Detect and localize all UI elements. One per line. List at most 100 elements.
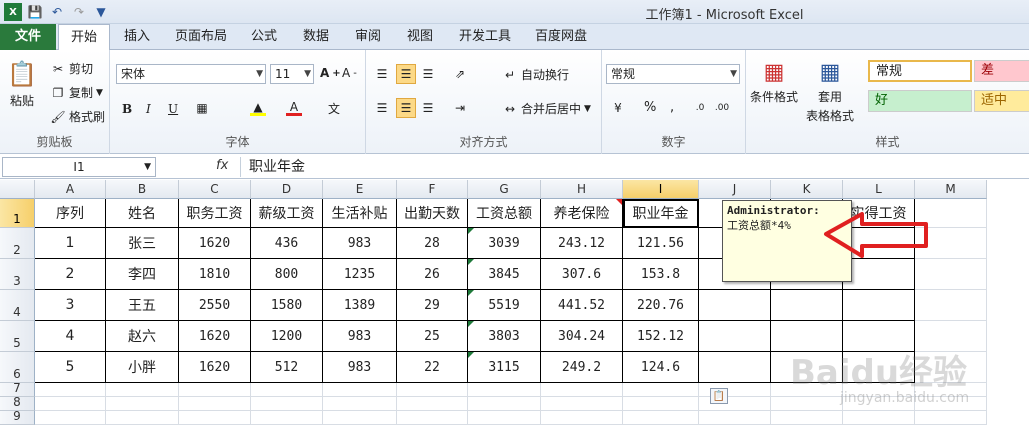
- row-header-6[interactable]: 6: [0, 352, 35, 383]
- shrink-font-button[interactable]: A-: [342, 66, 357, 80]
- table-cell[interactable]: 512: [251, 352, 323, 383]
- tab-insert[interactable]: 插入: [112, 24, 162, 50]
- table-cell[interactable]: 李四: [106, 259, 179, 290]
- font-name-select[interactable]: 宋体 ▼: [116, 64, 266, 84]
- table-cell[interactable]: [397, 397, 468, 411]
- insert-function-button[interactable]: fx: [216, 158, 228, 173]
- table-cell[interactable]: 1810: [179, 259, 251, 290]
- table-cell[interactable]: [623, 383, 699, 397]
- table-cell[interactable]: [323, 383, 397, 397]
- table-cell[interactable]: [323, 397, 397, 411]
- table-cell[interactable]: 3: [35, 290, 106, 321]
- table-cell[interactable]: 1235: [323, 259, 397, 290]
- percent-button[interactable]: %: [644, 100, 656, 115]
- grow-font-button[interactable]: A +: [320, 66, 341, 80]
- table-cell[interactable]: 243.12: [541, 228, 623, 259]
- table-cell[interactable]: [251, 383, 323, 397]
- row-header-4[interactable]: 4: [0, 290, 35, 321]
- name-box[interactable]: I1 ▼: [2, 157, 156, 177]
- table-cell[interactable]: 436: [251, 228, 323, 259]
- phonetic-button[interactable]: 文: [326, 100, 342, 116]
- table-cell[interactable]: 3845: [468, 259, 541, 290]
- header-cell[interactable]: 薪级工资: [251, 199, 323, 228]
- header-cell[interactable]: 职业年金: [623, 199, 699, 228]
- table-cell[interactable]: 220.76: [623, 290, 699, 321]
- cut-button[interactable]: ✂ 剪切: [50, 60, 93, 77]
- table-cell[interactable]: [541, 383, 623, 397]
- table-cell[interactable]: 1620: [179, 321, 251, 352]
- table-cell[interactable]: [35, 397, 106, 411]
- align-middle-button[interactable]: ☰: [396, 64, 416, 84]
- table-cell[interactable]: [843, 411, 915, 425]
- table-cell[interactable]: 王五: [106, 290, 179, 321]
- column-header-c[interactable]: C: [179, 180, 251, 199]
- border-button[interactable]: ▦: [194, 100, 210, 116]
- table-cell[interactable]: 5: [35, 352, 106, 383]
- table-cell[interactable]: [699, 411, 771, 425]
- table-cell[interactable]: 25: [397, 321, 468, 352]
- table-cell[interactable]: [468, 397, 541, 411]
- align-bottom-button[interactable]: ☰: [420, 66, 436, 82]
- table-cell[interactable]: 304.24: [541, 321, 623, 352]
- table-cell[interactable]: 153.8: [623, 259, 699, 290]
- tab-view[interactable]: 视图: [396, 24, 444, 50]
- table-cell[interactable]: 22: [397, 352, 468, 383]
- tab-home[interactable]: 开始: [58, 24, 110, 51]
- header-cell[interactable]: 姓名: [106, 199, 179, 228]
- table-cell[interactable]: [771, 411, 843, 425]
- column-header-d[interactable]: D: [251, 180, 323, 199]
- table-cell[interactable]: [468, 383, 541, 397]
- paste-button[interactable]: 📋 粘贴: [7, 58, 37, 109]
- table-cell[interactable]: 441.52: [541, 290, 623, 321]
- number-format-select[interactable]: 常规 ▼: [606, 64, 740, 84]
- table-cell[interactable]: [251, 411, 323, 425]
- copy-button[interactable]: ❐ 复制 ▼: [50, 84, 103, 101]
- table-cell[interactable]: 2550: [179, 290, 251, 321]
- table-cell[interactable]: [699, 290, 771, 321]
- column-header-g[interactable]: G: [468, 180, 541, 199]
- column-header-i[interactable]: I: [623, 180, 699, 199]
- table-cell[interactable]: [106, 383, 179, 397]
- decrease-decimal-button[interactable]: .00: [714, 100, 730, 116]
- table-cell[interactable]: 983: [323, 321, 397, 352]
- header-cell[interactable]: 出勤天数: [397, 199, 468, 228]
- merge-center-button[interactable]: ↔ 合并后居中 ▼: [502, 100, 591, 117]
- formula-input[interactable]: 职业年金: [240, 157, 1027, 177]
- table-cell[interactable]: [397, 411, 468, 425]
- column-header-a[interactable]: A: [35, 180, 106, 199]
- tab-review[interactable]: 审阅: [344, 24, 392, 50]
- align-center-button[interactable]: ☰: [396, 98, 416, 118]
- table-cell[interactable]: 29: [397, 290, 468, 321]
- style-neutral[interactable]: 适中: [974, 90, 1029, 112]
- table-cell[interactable]: 3039: [468, 228, 541, 259]
- header-cell[interactable]: 养老保险: [541, 199, 623, 228]
- table-cell[interactable]: [843, 259, 915, 290]
- table-cell[interactable]: [623, 397, 699, 411]
- fill-color-button[interactable]: ▲: [250, 100, 266, 116]
- column-header-f[interactable]: F: [397, 180, 468, 199]
- table-cell[interactable]: [179, 383, 251, 397]
- paste-options-icon[interactable]: 📋: [710, 388, 728, 404]
- table-cell[interactable]: 1: [35, 228, 106, 259]
- format-as-table-button[interactable]: ▦ 套用 表格格式: [806, 58, 854, 124]
- column-header-l[interactable]: L: [843, 180, 915, 199]
- table-cell[interactable]: [771, 397, 843, 411]
- column-header-b[interactable]: B: [106, 180, 179, 199]
- table-cell[interactable]: 小胖: [106, 352, 179, 383]
- bold-button[interactable]: B: [122, 102, 132, 116]
- align-left-button[interactable]: ☰: [374, 100, 390, 116]
- table-cell[interactable]: 2: [35, 259, 106, 290]
- row-header-9[interactable]: 9: [0, 409, 35, 425]
- increase-decimal-button[interactable]: .0: [692, 100, 708, 116]
- table-cell[interactable]: [35, 411, 106, 425]
- header-cell[interactable]: 工资总额: [468, 199, 541, 228]
- style-good[interactable]: 好: [868, 90, 972, 112]
- column-header-m[interactable]: M: [915, 180, 987, 199]
- table-cell[interactable]: 983: [323, 228, 397, 259]
- table-cell[interactable]: [915, 411, 987, 425]
- table-cell[interactable]: 1200: [251, 321, 323, 352]
- select-all-corner[interactable]: [0, 180, 35, 199]
- font-color-button[interactable]: A: [286, 100, 302, 116]
- table-cell[interactable]: 152.12: [623, 321, 699, 352]
- conditional-format-button[interactable]: ▦ 条件格式: [750, 58, 798, 105]
